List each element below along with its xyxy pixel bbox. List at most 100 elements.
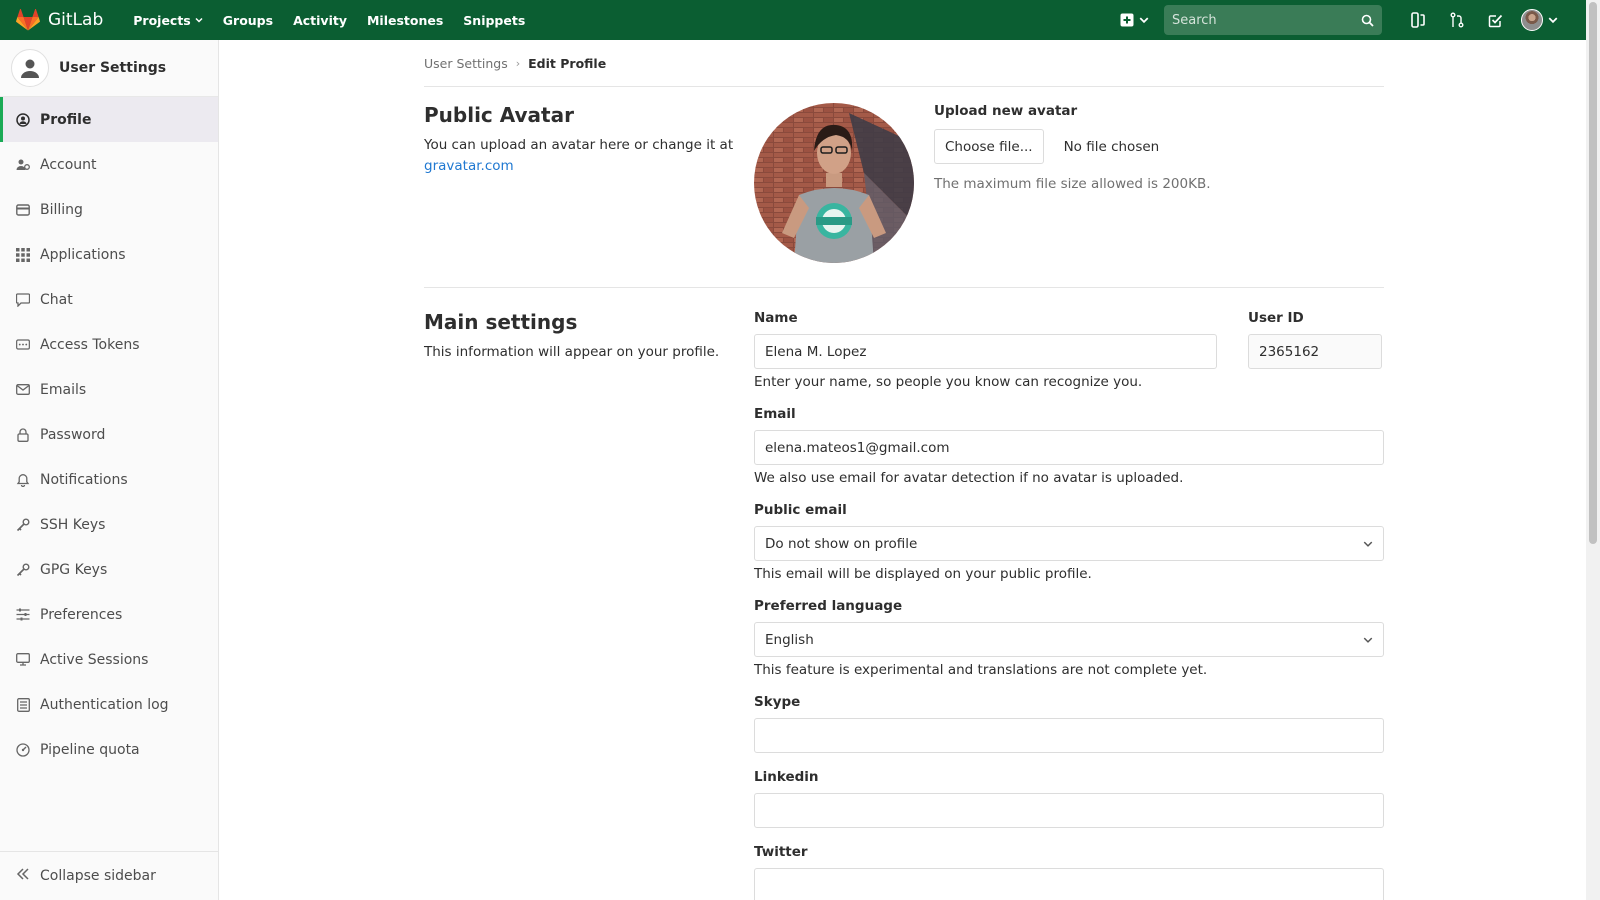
breadcrumb: User Settings › Edit Profile <box>424 40 1384 87</box>
gravatar-link[interactable]: gravatar.com <box>424 158 514 174</box>
scrollbar-thumb[interactable] <box>1589 2 1597 544</box>
name-label: Name <box>754 310 798 326</box>
todos-link[interactable] <box>1476 0 1515 40</box>
sidebar-item-label: Access Tokens <box>40 336 140 353</box>
new-dropdown-button[interactable] <box>1120 13 1149 27</box>
sidebar-item-label: Notifications <box>40 471 128 488</box>
email-label: Email <box>754 406 796 422</box>
sidebar-item-access-tokens[interactable]: Access Tokens <box>0 322 218 367</box>
chevron-down-icon <box>1139 17 1149 24</box>
skype-group: Skype <box>754 694 1384 753</box>
brand-name: GitLab <box>48 10 104 30</box>
language-help: This feature is experimental and transla… <box>754 662 1208 678</box>
nav-snippets[interactable]: Snippets <box>463 13 525 28</box>
email-group: Email We also use email for avatar detec… <box>754 406 1384 486</box>
sidebar-item-gpg-keys[interactable]: GPG Keys <box>0 547 218 592</box>
nav-snippets-label: Snippets <box>463 12 526 28</box>
avatar-section-desc: You can upload an avatar here or change … <box>424 135 734 177</box>
merge-request-icon <box>1450 12 1463 28</box>
sidebar-menu: Profile Account Billing Applications Cha… <box>0 97 218 772</box>
public-email-value: Do not show on profile <box>765 535 918 552</box>
sidebar-item-account[interactable]: Account <box>0 142 218 187</box>
main-content: User Settings › Edit Profile Public Avat… <box>424 40 1384 900</box>
account-icon <box>16 158 30 172</box>
sidebar-item-label: GPG Keys <box>40 561 108 578</box>
public-email-help: This email will be displayed on your pub… <box>754 566 1092 582</box>
linkedin-input[interactable] <box>754 793 1384 828</box>
avatar-section-info: Public Avatar You can upload an avatar h… <box>424 103 754 287</box>
language-group: Preferred language English This feature … <box>754 598 1384 678</box>
sidebar-item-label: SSH Keys <box>40 516 106 533</box>
gitlab-home-link[interactable]: GitLab <box>16 9 103 31</box>
sliders-icon <box>16 608 30 622</box>
avatar-photo <box>754 103 914 263</box>
main-settings-fields: Name Enter your name, so people you know… <box>754 310 1384 900</box>
gauge-icon <box>16 742 30 757</box>
twitter-input[interactable] <box>754 868 1384 900</box>
choose-file-button[interactable]: Choose file... <box>934 129 1044 164</box>
avatar <box>1521 9 1543 31</box>
main-settings-desc: This information will appear on your pro… <box>424 344 720 360</box>
sidebar-item-label: Applications <box>40 246 126 263</box>
collapse-sidebar-button[interactable]: Collapse sidebar <box>0 851 218 900</box>
search-box <box>1164 5 1382 35</box>
user-settings-avatar <box>11 49 49 87</box>
email-help: We also use email for avatar detection i… <box>754 470 1184 486</box>
nav-groups[interactable]: Groups <box>223 13 273 28</box>
name-input[interactable] <box>754 334 1217 369</box>
search-icon[interactable] <box>1361 14 1374 27</box>
sidebar-item-authentication-log[interactable]: Authentication log <box>0 682 218 727</box>
sidebar-item-applications[interactable]: Applications <box>0 232 218 277</box>
lock-icon <box>16 427 30 442</box>
skype-input[interactable] <box>754 718 1384 753</box>
sidebar-item-ssh-keys[interactable]: SSH Keys <box>0 502 218 547</box>
avatar-section-title: Public Avatar <box>424 103 574 127</box>
credit-card-icon <box>16 203 30 217</box>
sidebar-item-active-sessions[interactable]: Active Sessions <box>0 637 218 682</box>
sidebar-item-profile[interactable]: Profile <box>0 97 218 142</box>
sidebar-item-emails[interactable]: Emails <box>0 367 218 412</box>
main-settings-section: Main settings This information will appe… <box>424 288 1384 900</box>
language-select[interactable]: English <box>754 622 1384 657</box>
email-field[interactable] <box>754 430 1384 465</box>
merge-requests-link[interactable] <box>1437 0 1476 40</box>
sidebar-item-billing[interactable]: Billing <box>0 187 218 232</box>
sidebar-item-notifications[interactable]: Notifications <box>0 457 218 502</box>
public-email-select[interactable]: Do not show on profile <box>754 526 1384 561</box>
token-icon <box>16 338 30 352</box>
nav-groups-label: Groups <box>222 12 274 28</box>
sidebar-item-chat[interactable]: Chat <box>0 277 218 322</box>
user-menu-dropdown[interactable] <box>1521 9 1558 31</box>
sidebar-header[interactable]: User Settings <box>0 40 218 97</box>
avatar-upload-box: Upload new avatar Choose file... No file… <box>934 103 1211 287</box>
page-scrollbar[interactable] <box>1586 0 1600 900</box>
language-label: Preferred language <box>754 598 903 614</box>
breadcrumb-user-settings[interactable]: User Settings <box>424 56 508 71</box>
nav-milestones[interactable]: Milestones <box>367 13 443 28</box>
nav-activity[interactable]: Activity <box>293 13 347 28</box>
name-group: Name Enter your name, so people you know… <box>754 310 1217 390</box>
sidebar-item-label: Profile <box>40 111 92 128</box>
todo-check-icon <box>1488 14 1503 27</box>
sidebar-item-label: Password <box>40 426 106 443</box>
envelope-icon <box>16 383 30 397</box>
sidebar-title: User Settings <box>59 60 167 76</box>
sidebar-item-pipeline-quota[interactable]: Pipeline quota <box>0 727 218 772</box>
log-list-icon <box>16 697 30 712</box>
upload-avatar-label: Upload new avatar <box>934 103 1078 119</box>
breadcrumb-current[interactable]: Edit Profile <box>528 56 606 71</box>
issues-link[interactable] <box>1398 0 1437 40</box>
search-input[interactable] <box>1172 12 1361 28</box>
name-userid-row: Name Enter your name, so people you know… <box>754 310 1384 390</box>
chevron-right-icon: › <box>515 56 521 70</box>
sidebar-item-preferences[interactable]: Preferences <box>0 592 218 637</box>
chevron-down-icon <box>1363 637 1373 643</box>
nav-links: Projects Groups Activity Milestones Snip… <box>133 13 545 28</box>
sidebar-item-label: Preferences <box>40 606 123 623</box>
nav-projects[interactable]: Projects <box>133 13 203 28</box>
user-id-group: User ID <box>1248 310 1382 390</box>
user-id-input <box>1248 334 1382 369</box>
no-file-chosen-text: No file chosen <box>1063 138 1160 155</box>
sidebar-item-label: Authentication log <box>40 696 169 713</box>
sidebar-item-password[interactable]: Password <box>0 412 218 457</box>
